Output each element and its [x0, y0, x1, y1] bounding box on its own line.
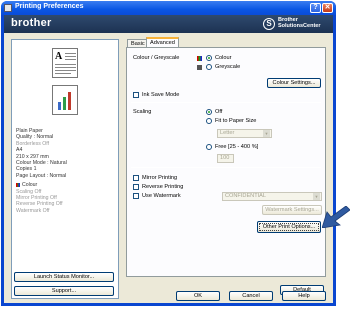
graphics-document-icon	[52, 85, 78, 115]
solutions-center-line2: SolutionsCenter	[278, 23, 321, 29]
chevron-down-icon: ▼	[263, 130, 270, 137]
scaling-off-label: Off	[215, 109, 223, 115]
ink-save-mode-label: Ink Save Mode	[142, 92, 180, 98]
pointer-arrow-icon	[322, 206, 350, 228]
advanced-panel: Colour / Greyscale Colour Greyscale Colo…	[126, 47, 326, 277]
scaling-label: Scaling	[133, 109, 152, 115]
paper-size-value: Letter	[220, 130, 235, 136]
watermark-settings-button[interactable]: Watermark Settings...	[262, 205, 322, 215]
colour-settings-button[interactable]: Colour Settings...	[267, 78, 321, 88]
brother-logo: brother	[11, 17, 52, 29]
solutions-center-icon[interactable]: S	[263, 18, 275, 30]
watermark-value: CONFIDENTIAL	[225, 193, 267, 199]
summary-item: Page Layout : Normal	[16, 172, 67, 179]
ink-save-mode-checkbox[interactable]	[133, 92, 139, 98]
printer-icon	[4, 4, 12, 12]
scaling-off-radio[interactable]	[206, 109, 212, 115]
help-title-button[interactable]: ?	[310, 3, 321, 13]
doc-letter: A	[55, 51, 63, 62]
free-scaling-value: 100	[220, 155, 230, 161]
other-print-options-button[interactable]: Other Print Options...	[257, 221, 321, 233]
mirror-printing-label: Mirror Printing	[142, 175, 178, 181]
printing-preferences-window: Printing Preferences ? ✕ brother S Broth…	[1, 1, 336, 306]
divider	[131, 167, 321, 168]
preview-pane: A Plain Paper Quality : Normal Borderles…	[11, 39, 119, 299]
summary-item: Watermark Off	[16, 207, 50, 214]
brand-banner: brother S Brother SolutionsCenter	[4, 15, 333, 33]
cancel-button[interactable]: Cancel	[229, 291, 273, 301]
support-button[interactable]: Support...	[14, 286, 114, 296]
ok-button[interactable]: OK	[176, 291, 220, 301]
fit-to-paper-label: Fit to Paper Size	[215, 118, 257, 124]
paper-size-select[interactable]: Letter ▼	[217, 129, 272, 138]
launch-status-monitor-button[interactable]: Launch Status Monitor...	[14, 272, 114, 282]
window-title: Printing Preferences	[15, 3, 84, 10]
colour-radio[interactable]	[206, 55, 212, 61]
greyscale-radio[interactable]	[206, 64, 212, 70]
settings-summary: Plain Paper Quality : Normal Borderless …	[16, 128, 116, 214]
use-watermark-label: Use Watermark	[142, 193, 181, 199]
free-scaling-label: Free [25 - 400 %]	[215, 144, 259, 150]
help-button[interactable]: Help	[282, 291, 326, 301]
use-watermark-checkbox[interactable]	[133, 193, 139, 199]
dialog-client-area: A Plain Paper Quality : Normal Borderles…	[4, 33, 333, 303]
solutions-center-link[interactable]: Brother SolutionsCenter	[278, 17, 328, 29]
chevron-down-icon: ▼	[313, 193, 320, 200]
colour-option-label: Colour	[215, 55, 232, 61]
free-scaling-radio[interactable]	[206, 144, 212, 150]
divider	[131, 102, 321, 103]
close-button[interactable]: ✕	[322, 3, 333, 13]
watermark-select[interactable]: CONFIDENTIAL ▼	[222, 192, 322, 201]
reverse-printing-label: Reverse Printing	[142, 184, 184, 190]
text-document-icon: A	[52, 48, 78, 78]
summary-colour: Colour	[22, 182, 38, 189]
fit-to-paper-radio[interactable]	[206, 118, 212, 124]
greyscale-option-label: Greyscale	[215, 64, 241, 70]
colour-swatch-icon	[16, 183, 20, 188]
mirror-printing-checkbox[interactable]	[133, 175, 139, 181]
greyscale-icon	[197, 65, 202, 70]
reverse-printing-checkbox[interactable]	[133, 184, 139, 190]
colour-greyscale-label: Colour / Greyscale	[133, 55, 180, 61]
free-scaling-input[interactable]: 100	[217, 154, 234, 163]
title-bar[interactable]: Printing Preferences ? ✕	[1, 1, 336, 15]
colour-icon	[197, 56, 202, 61]
